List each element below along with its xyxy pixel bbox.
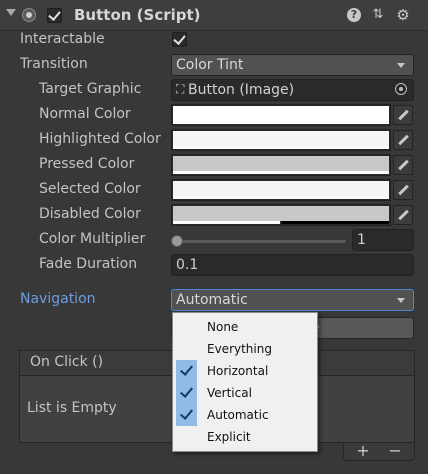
navigation-option-everything[interactable]: Everything	[174, 338, 316, 360]
target-graphic-field[interactable]: ⛶ Button (Image)	[171, 79, 414, 101]
transition-dropdown[interactable]: Color Tint	[171, 54, 414, 76]
option-label: Automatic	[207, 408, 269, 422]
checkmark-icon	[173, 32, 186, 45]
chevron-down-icon	[397, 298, 405, 303]
disabled-color-fill	[173, 206, 389, 221]
navigation-option-none[interactable]: None	[174, 316, 316, 338]
foldout-arrow-icon[interactable]	[6, 9, 16, 16]
disabled-alpha-bar	[282, 221, 389, 224]
fade-duration-label: Fade Duration	[39, 256, 138, 272]
color-multiplier-slider-handle[interactable]	[171, 235, 183, 247]
image-icon: ⛶	[176, 82, 185, 96]
component-header: Button (Script) ? ⇅ ⚙	[0, 0, 428, 31]
help-icon[interactable]: ?	[347, 8, 361, 22]
component-icon	[22, 8, 36, 22]
option-label: Explicit	[207, 430, 251, 444]
navigation-dropdown[interactable]: Automatic	[171, 289, 414, 311]
eyedropper-icon[interactable]	[393, 130, 413, 150]
eyedropper-icon[interactable]	[393, 155, 413, 175]
option-label: Vertical	[207, 386, 252, 400]
navigation-label: Navigation	[20, 291, 96, 307]
color-multiplier-input[interactable]: 1	[352, 229, 414, 251]
transition-label: Transition	[20, 56, 88, 72]
pressed-color-swatch[interactable]	[171, 154, 391, 176]
navigation-option-horizontal[interactable]: Horizontal	[174, 360, 316, 382]
navigation-option-vertical[interactable]: Vertical	[174, 382, 316, 404]
pressed-color-fill	[173, 156, 389, 171]
eyedropper-icon[interactable]	[393, 205, 413, 225]
normal-color-fill	[173, 106, 389, 121]
add-icon[interactable]: +	[352, 443, 374, 459]
list-empty-text: List is Empty	[27, 400, 117, 416]
chevron-down-icon	[397, 63, 405, 68]
interactable-label: Interactable	[20, 31, 105, 47]
highlighted-color-fill	[173, 131, 389, 146]
selected-color-swatch[interactable]	[171, 179, 391, 201]
option-label: Everything	[207, 342, 272, 356]
disabled-color-label: Disabled Color	[39, 206, 141, 222]
fade-duration-input[interactable]: 0.1	[171, 254, 414, 276]
checkmark-icon	[176, 404, 197, 426]
pressed-color-label: Pressed Color	[39, 156, 135, 172]
gear-icon[interactable]: ⚙	[396, 8, 410, 23]
navigation-popup-menu: None Everything Horizontal Vertical Auto…	[172, 312, 318, 452]
normal-color-label: Normal Color	[39, 106, 131, 122]
highlighted-color-label: Highlighted Color	[39, 131, 161, 147]
interactable-checkbox[interactable]	[172, 32, 187, 47]
checkmark-icon	[176, 382, 197, 404]
navigation-value: Automatic	[176, 292, 248, 308]
selected-color-fill	[173, 181, 389, 196]
target-graphic-label: Target Graphic	[39, 81, 142, 97]
object-picker-icon[interactable]	[395, 83, 407, 95]
navigation-option-automatic[interactable]: Automatic	[174, 404, 316, 426]
checkmark-icon	[176, 360, 197, 382]
transition-value: Color Tint	[176, 57, 244, 73]
on-click-title: On Click ()	[30, 354, 104, 370]
navigation-option-explicit[interactable]: Explicit	[174, 426, 316, 448]
component-title: Button (Script)	[74, 6, 201, 24]
highlighted-color-swatch[interactable]	[171, 129, 391, 151]
option-label: None	[207, 320, 239, 334]
remove-icon[interactable]: −	[384, 443, 406, 459]
eyedropper-icon[interactable]	[393, 105, 413, 125]
list-footer: + −	[343, 443, 415, 461]
checkmark-icon	[48, 8, 61, 21]
color-multiplier-label: Color Multiplier	[39, 231, 146, 247]
color-multiplier-slider-track[interactable]	[176, 240, 346, 243]
option-label: Horizontal	[207, 364, 269, 378]
normal-color-swatch[interactable]	[171, 104, 391, 126]
eyedropper-icon[interactable]	[393, 180, 413, 200]
disabled-color-swatch[interactable]	[171, 204, 391, 226]
component-enabled-checkbox[interactable]	[47, 8, 62, 23]
presets-icon[interactable]: ⇅	[371, 8, 385, 22]
target-graphic-value: Button (Image)	[188, 82, 295, 98]
selected-color-label: Selected Color	[39, 181, 141, 197]
